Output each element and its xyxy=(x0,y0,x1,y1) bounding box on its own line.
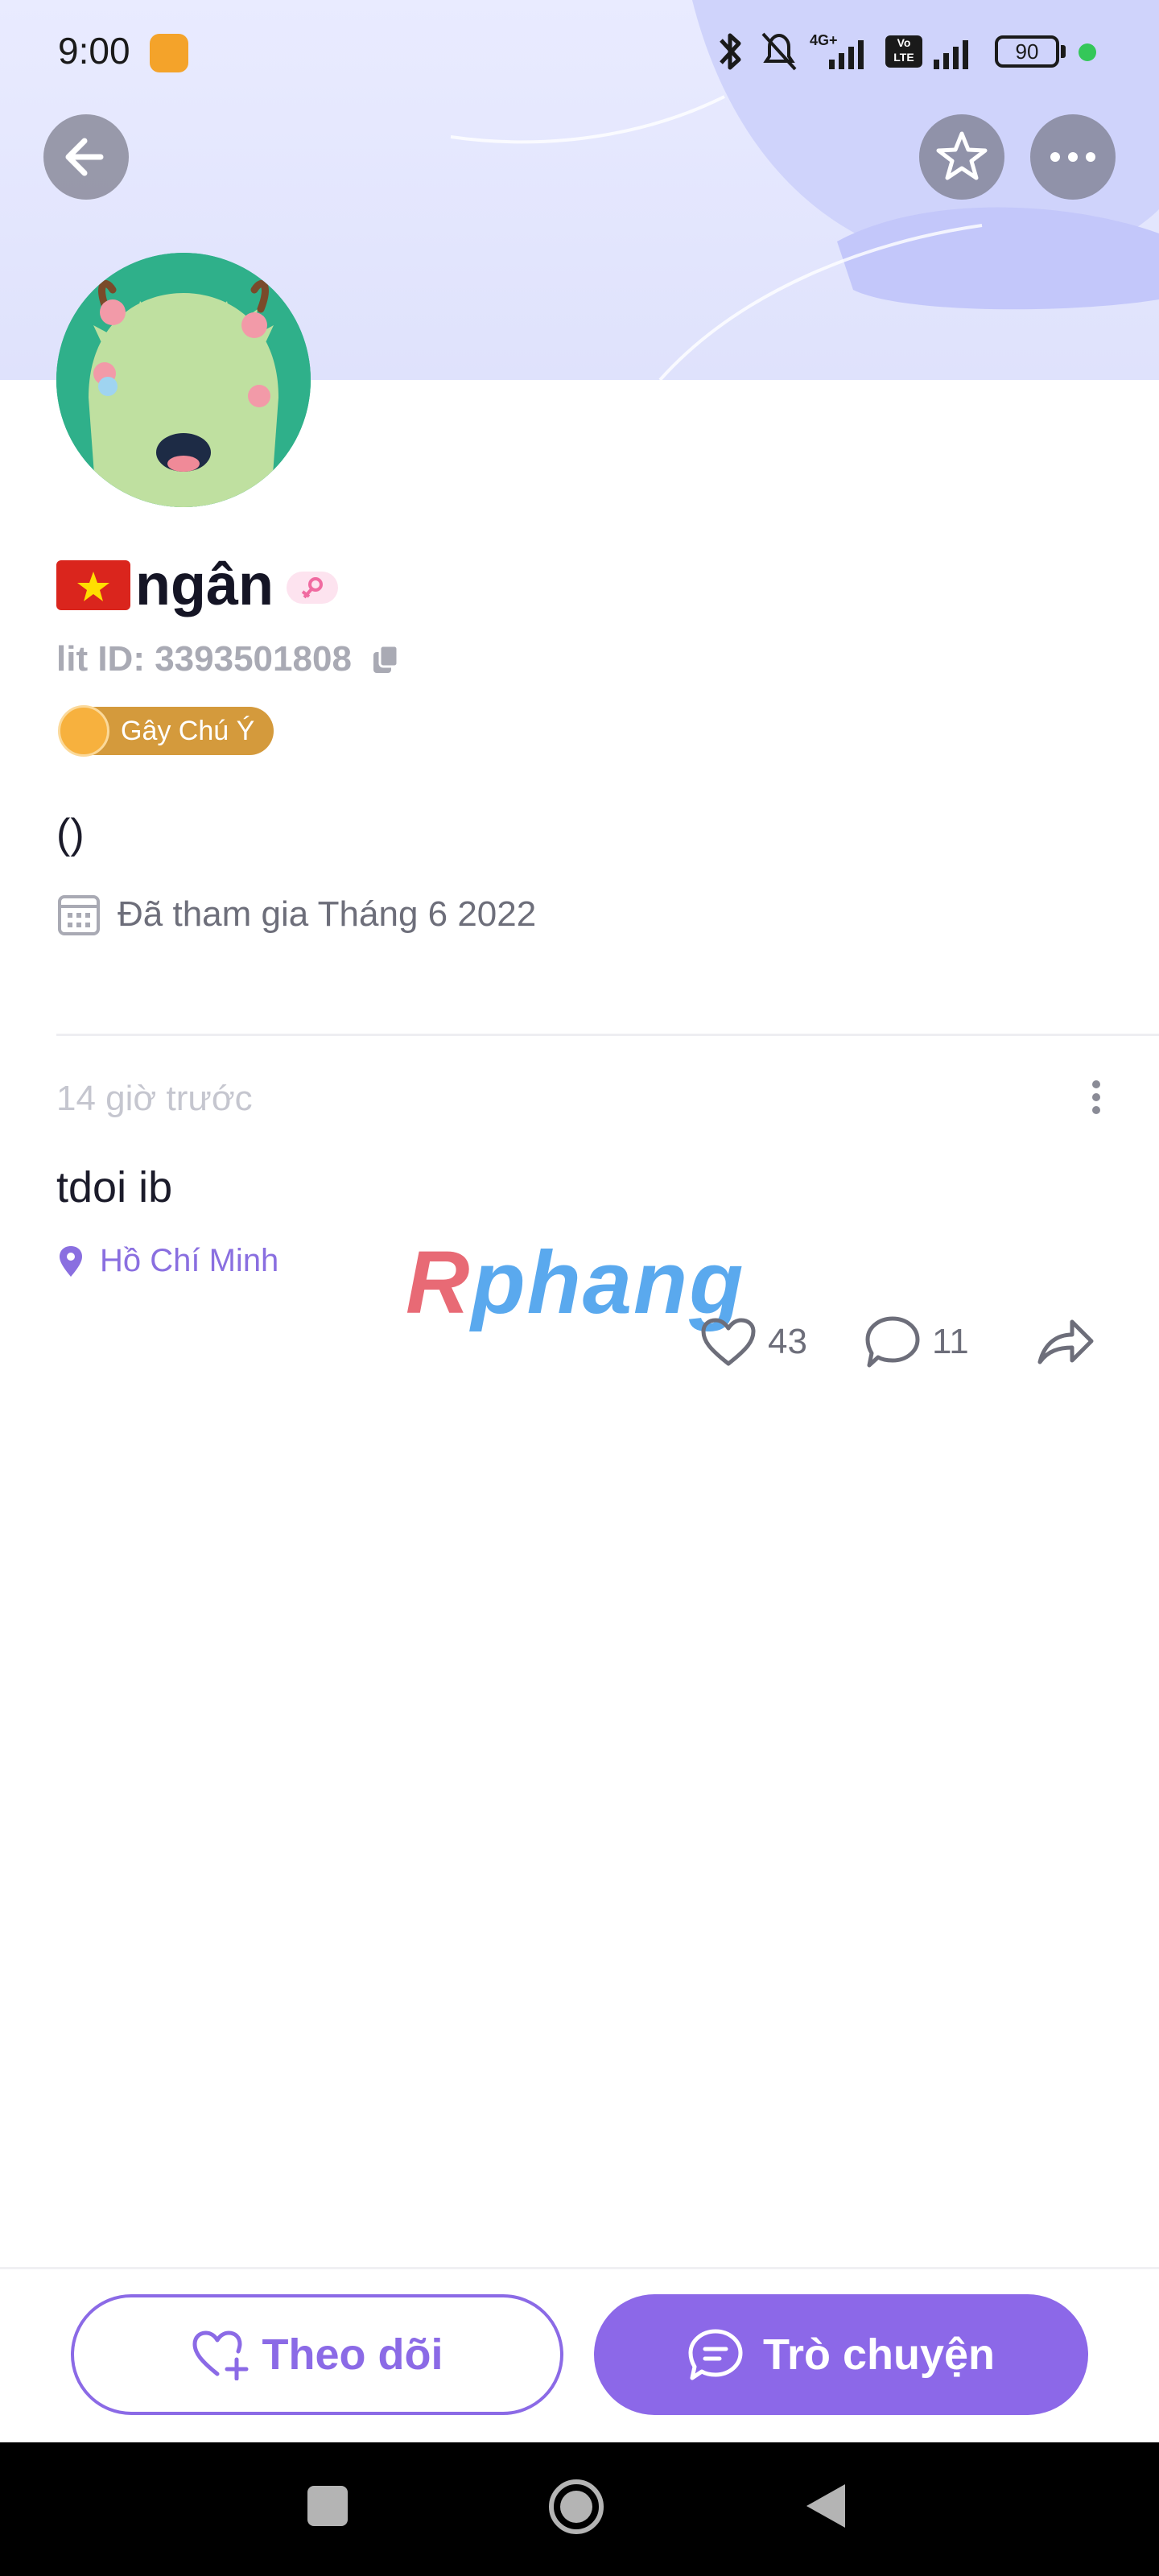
avatar[interactable] xyxy=(56,253,311,507)
chat-button[interactable]: Trò chuyện xyxy=(594,2294,1088,2415)
badge-label: Gây Chú Ý xyxy=(121,715,255,746)
system-back-button[interactable] xyxy=(803,2481,848,2531)
volte-badge: Vo LTE xyxy=(885,35,922,68)
profile-bio: () xyxy=(56,811,85,857)
join-date: Đã tham gia Tháng 6 2022 xyxy=(56,892,536,937)
recent-apps-button[interactable] xyxy=(307,2486,348,2526)
home-button[interactable] xyxy=(547,2478,605,2536)
heart-icon xyxy=(701,1318,756,1366)
arrow-left-icon xyxy=(65,138,104,176)
profile-name-text: ngân xyxy=(135,553,274,617)
mute-bell-icon xyxy=(761,32,797,71)
follow-button[interactable]: Theo dõi xyxy=(71,2294,563,2415)
follow-label: Theo dõi xyxy=(262,2330,443,2379)
bluetooth-icon xyxy=(720,33,741,70)
join-date-text: Đã tham gia Tháng 6 2022 xyxy=(118,894,537,934)
signal-icon-2 xyxy=(934,40,968,69)
bottom-bar-divider xyxy=(0,2267,1159,2269)
badge-character-icon xyxy=(58,705,109,757)
status-time: 9:00 xyxy=(58,30,130,72)
section-divider xyxy=(56,1034,1159,1036)
female-icon xyxy=(301,577,323,599)
battery-indicator: 90 xyxy=(995,35,1059,68)
vietnam-flag-icon xyxy=(56,560,130,610)
like-button[interactable]: 43 xyxy=(700,1317,807,1367)
like-count: 43 xyxy=(768,1322,807,1361)
more-options-button[interactable] xyxy=(1030,114,1116,200)
post-text: tdoi ib xyxy=(56,1163,173,1212)
back-button[interactable] xyxy=(43,114,129,200)
location-text: Hồ Chí Minh xyxy=(100,1243,279,1278)
notification-app-icon xyxy=(150,34,188,72)
star-icon xyxy=(936,131,988,180)
battery-tip xyxy=(1061,45,1066,58)
copy-icon[interactable] xyxy=(370,642,402,678)
monster-avatar-illustration xyxy=(56,253,311,507)
comment-button[interactable]: 11 xyxy=(864,1315,969,1368)
gender-badge xyxy=(287,572,338,604)
profile-name: ngân xyxy=(56,552,274,618)
chat-bubble-icon xyxy=(688,2329,743,2380)
chat-label: Trò chuyện xyxy=(762,2330,996,2379)
heart-plus-icon xyxy=(192,2330,249,2380)
favorite-button[interactable] xyxy=(919,114,1004,200)
lit-id: lit ID: 3393501808 xyxy=(56,639,352,679)
comment-bubble-icon xyxy=(865,1316,920,1368)
calendar-icon xyxy=(58,895,100,935)
privacy-indicator-dot xyxy=(1079,43,1096,61)
level-badge[interactable]: Gây Chú Ý xyxy=(58,705,274,757)
post-more-icon[interactable] xyxy=(1090,1079,1103,1116)
share-icon[interactable] xyxy=(1037,1314,1095,1367)
post-location[interactable]: Hồ Chí Minh xyxy=(56,1243,278,1279)
comment-count: 11 xyxy=(932,1322,969,1361)
post-timestamp: 14 giờ trước xyxy=(56,1079,253,1118)
watermark: Rphang xyxy=(406,1232,744,1334)
signal-icon xyxy=(829,40,864,69)
watermark-first-letter: R xyxy=(406,1233,472,1332)
ellipsis-icon xyxy=(1050,152,1095,162)
location-pin-icon xyxy=(60,1245,82,1277)
